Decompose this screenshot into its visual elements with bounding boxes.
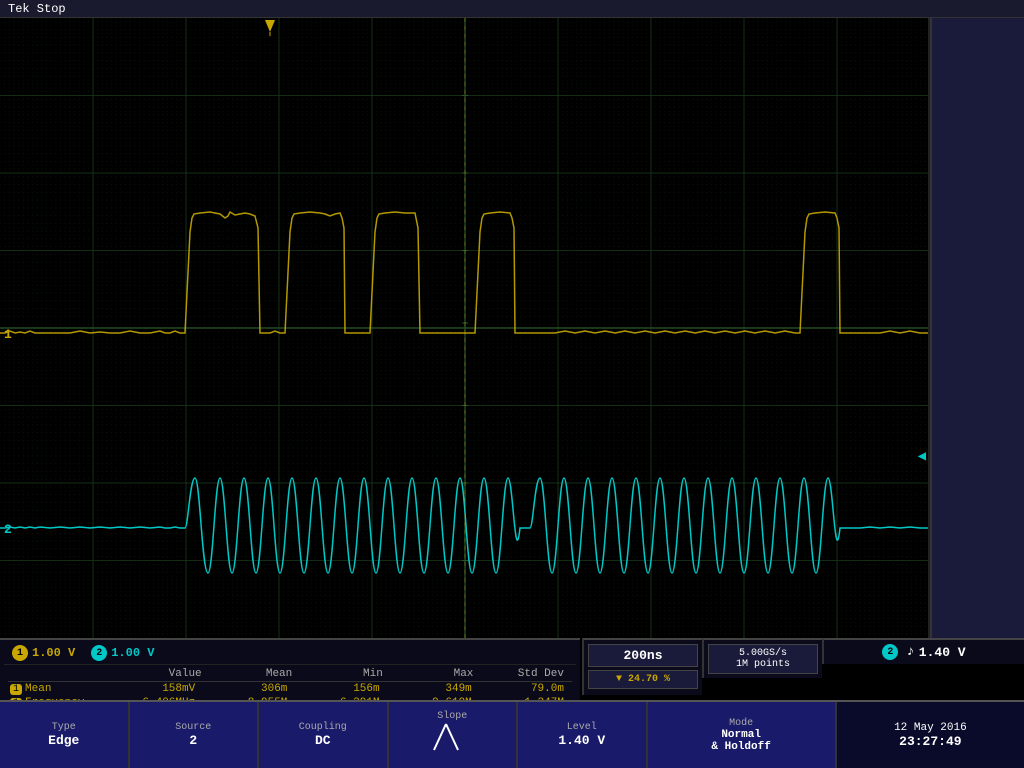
ch2-display-voltage: 1.40 V	[919, 645, 966, 660]
type-label: Type	[52, 722, 76, 733]
mode-value: Normal & Holdoff	[711, 729, 770, 753]
grid-canvas: 1 2	[0, 18, 928, 638]
mode-label: Mode	[729, 718, 753, 729]
ch2-arrow: ◀	[918, 448, 926, 465]
scope-screen: 1 2 ◀	[0, 18, 930, 638]
trigger-marker-icon: ▼	[616, 674, 628, 685]
channel-info: 1 1.00 V 2 1.00 V	[4, 642, 576, 665]
ch2-display-panel: 2 ♪ 1.40 V	[822, 638, 1024, 664]
meas-col-max: Max	[391, 668, 482, 680]
meas-col-min: Min	[300, 668, 391, 680]
ch1-badge: 1 1.00 V	[12, 645, 75, 661]
meas-col-value: Value	[119, 668, 210, 680]
source-value: 2	[189, 733, 197, 748]
coupling-label: Coupling	[299, 722, 347, 733]
ch2-badge: 2 1.00 V	[91, 645, 154, 661]
meas-row-mean: 1 Mean 158mV 306m 156m 349m 79.0m	[8, 682, 572, 696]
level-button[interactable]: Level 1.40 V	[518, 702, 648, 768]
slope-button[interactable]: Slope	[389, 702, 519, 768]
sample-panel: 5.00GS/s 1M points	[702, 638, 822, 678]
svg-text:2: 2	[4, 522, 12, 537]
meas-col-mean: Mean	[210, 668, 301, 680]
type-value: Edge	[48, 733, 79, 748]
meas-ch-badge: 1	[10, 684, 22, 695]
meas-col-stddev: Std Dev	[481, 668, 572, 680]
ch1-voltage: 1.00 V	[32, 646, 75, 660]
sample-rate-box: 5.00GS/s 1M points	[708, 644, 818, 674]
top-bar: Tek Stop	[0, 0, 1024, 18]
timebase-box: 200ns	[588, 644, 698, 667]
meas-type-mean: Mean	[25, 683, 51, 695]
date-value: 12 May 2016	[894, 722, 967, 734]
type-button[interactable]: Type Edge	[0, 702, 130, 768]
meas-mean-max: 349m	[388, 683, 480, 695]
ch2-display-number: 2	[882, 644, 898, 660]
ch1-number: 1	[12, 645, 28, 661]
time-value: 23:27:49	[899, 734, 961, 749]
slope-value	[432, 722, 472, 759]
source-button[interactable]: Source 2	[130, 702, 260, 768]
sample-points: 1M points	[712, 659, 814, 670]
trigger-box: ▼ 24.70 %	[588, 670, 698, 689]
timebase-panel: 200ns ▼ 24.70 %	[582, 638, 702, 695]
coupling-value: DC	[315, 733, 331, 748]
meas-mean-mean: 306m	[203, 683, 295, 695]
ch2-waveform-icon: ♪	[906, 644, 914, 660]
level-label: Level	[567, 722, 597, 733]
control-strip: Type Edge Source 2 Coupling DC Slope Lev…	[0, 700, 1024, 768]
meas-mean-min: 156m	[295, 683, 387, 695]
meas-mean-stddev: 79.0m	[480, 683, 572, 695]
datetime-display: 12 May 2016 23:27:49	[837, 702, 1024, 768]
right-panel	[930, 18, 1024, 638]
timebase-value: 200ns	[592, 648, 694, 663]
ch2-number: 2	[91, 645, 107, 661]
mode-button[interactable]: Mode Normal & Holdoff	[648, 702, 837, 768]
coupling-button[interactable]: Coupling DC	[259, 702, 389, 768]
ch2-voltage: 1.00 V	[111, 646, 154, 660]
source-label: Source	[175, 722, 211, 733]
meas-header: Value Mean Min Max Std Dev	[8, 667, 572, 682]
level-value: 1.40 V	[558, 733, 605, 748]
sample-rate: 5.00GS/s	[712, 648, 814, 659]
meas-label-mean: 1 Mean	[8, 683, 111, 695]
meas-col-label	[8, 668, 119, 680]
meas-mean-value: 158mV	[111, 683, 203, 695]
status-text: Tek Stop	[8, 2, 66, 16]
svg-text:1: 1	[4, 327, 12, 342]
slope-label: Slope	[437, 711, 467, 722]
trigger-percent: 24.70 %	[628, 674, 670, 685]
